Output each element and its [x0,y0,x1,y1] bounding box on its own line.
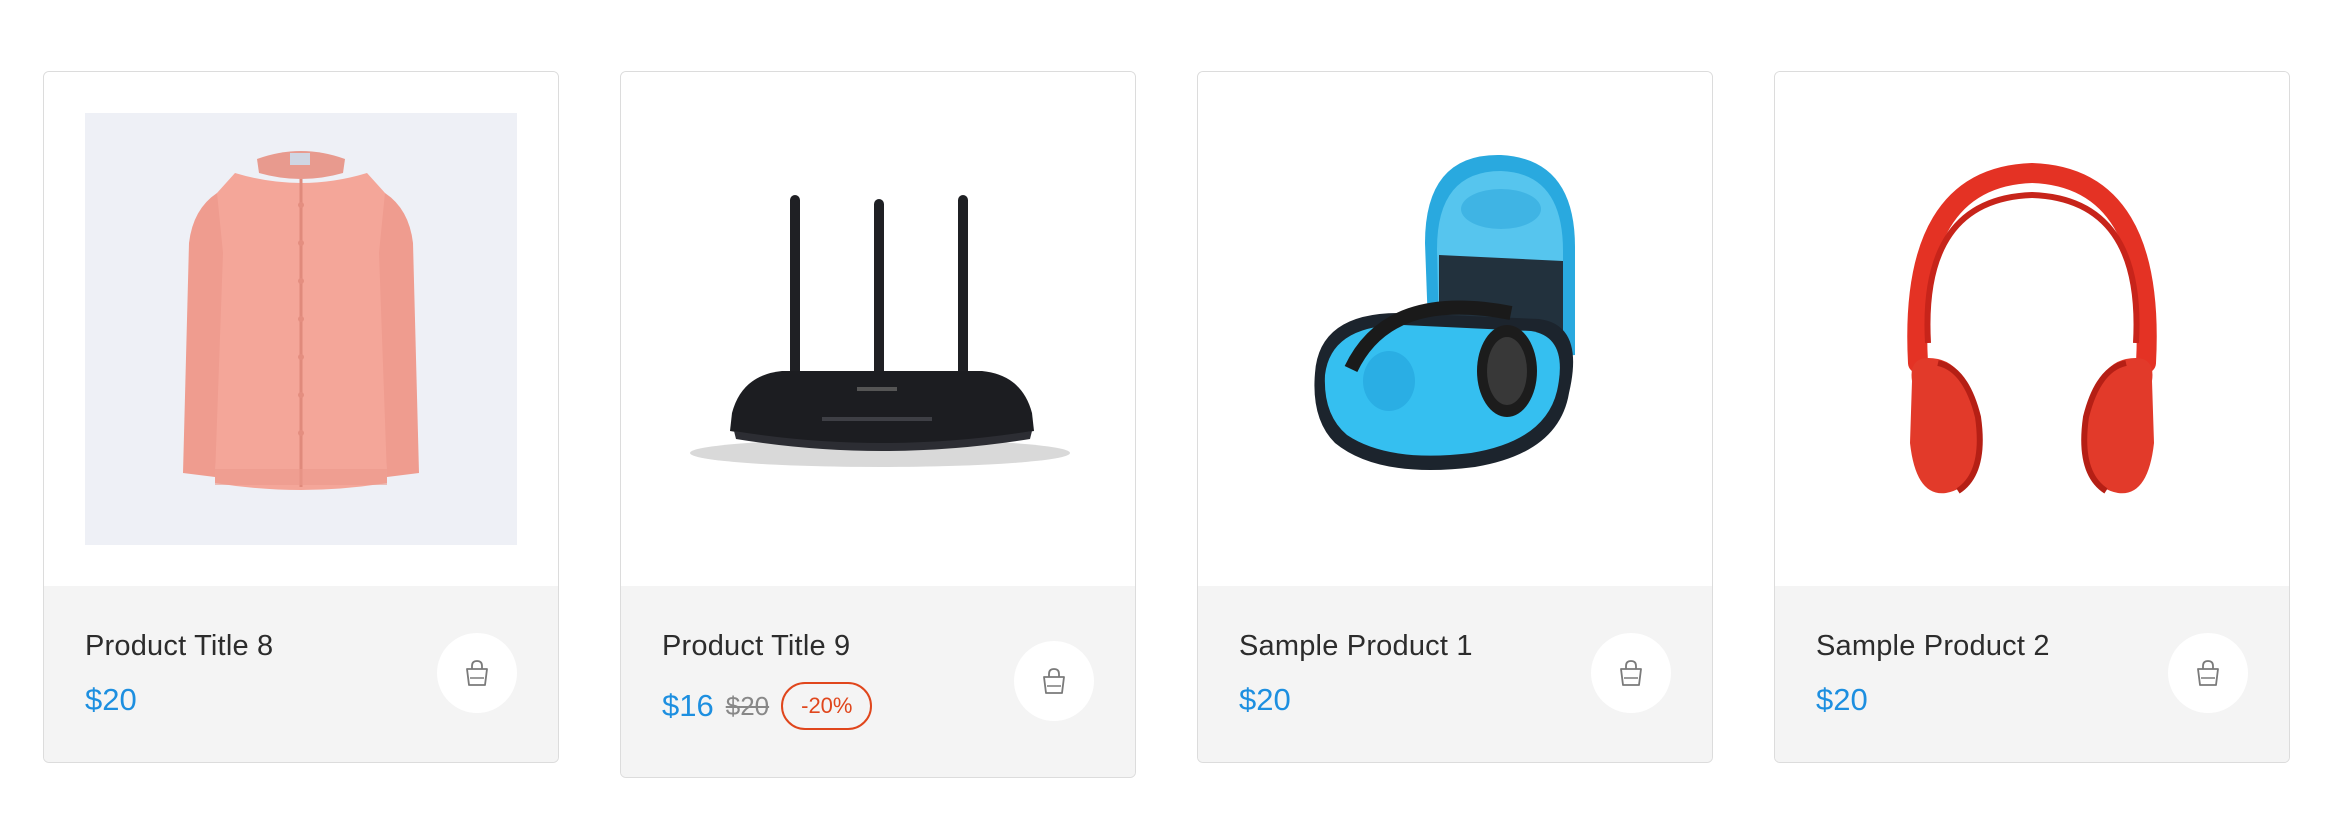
add-to-cart-button[interactable] [1591,633,1671,713]
product-info: Sample Product 1 $20 [1198,586,1712,762]
product-card[interactable]: Sample Product 1 $20 [1197,71,1713,763]
product-image-red-headphones[interactable] [1816,113,2248,545]
price-row: $16 $20 -20% [662,682,873,730]
shopping-bag-icon [1620,660,1642,686]
product-price: $20 [1816,682,1868,717]
product-grid: Product Title 8 $20 Product Title 9 $16 … [0,0,2341,822]
price-row: $20 [1239,682,1291,718]
add-to-cart-button[interactable] [1014,641,1094,721]
product-image-frame[interactable] [44,72,558,586]
product-title[interactable]: Product Title 9 [662,630,850,663]
shopping-bag-icon [1043,668,1065,694]
product-old-price: $20 [725,690,770,721]
shopping-bag-icon [466,660,488,686]
product-title[interactable]: Sample Product 2 [1816,630,2050,663]
product-image-frame[interactable] [621,72,1135,586]
product-card[interactable]: Product Title 8 $20 [43,71,559,763]
discount-badge: -20% [781,682,873,730]
product-info: Product Title 8 $20 [44,586,558,762]
product-info: Sample Product 2 $20 [1775,586,2289,762]
shopping-bag-icon [2197,660,2219,686]
product-card[interactable]: Product Title 9 $16 $20 -20% [620,71,1136,778]
add-to-cart-button[interactable] [437,633,517,713]
product-title[interactable]: Sample Product 1 [1239,630,1473,663]
price-row: $20 [1816,682,1868,718]
product-image-headphones-in-blue-case[interactable] [1239,113,1671,545]
product-price: $20 [85,682,137,717]
product-info: Product Title 9 $16 $20 -20% [621,586,1135,777]
product-image-frame[interactable] [1775,72,2289,586]
product-title[interactable]: Product Title 8 [85,630,273,663]
product-price: $16 [662,688,714,723]
product-image-black-router[interactable] [662,113,1094,545]
product-image-frame[interactable] [1198,72,1712,586]
product-price: $20 [1239,682,1291,717]
product-image-pink-cardigan[interactable] [85,113,517,545]
add-to-cart-button[interactable] [2168,633,2248,713]
product-card[interactable]: Sample Product 2 $20 [1774,71,2290,763]
price-row: $20 [85,682,137,718]
